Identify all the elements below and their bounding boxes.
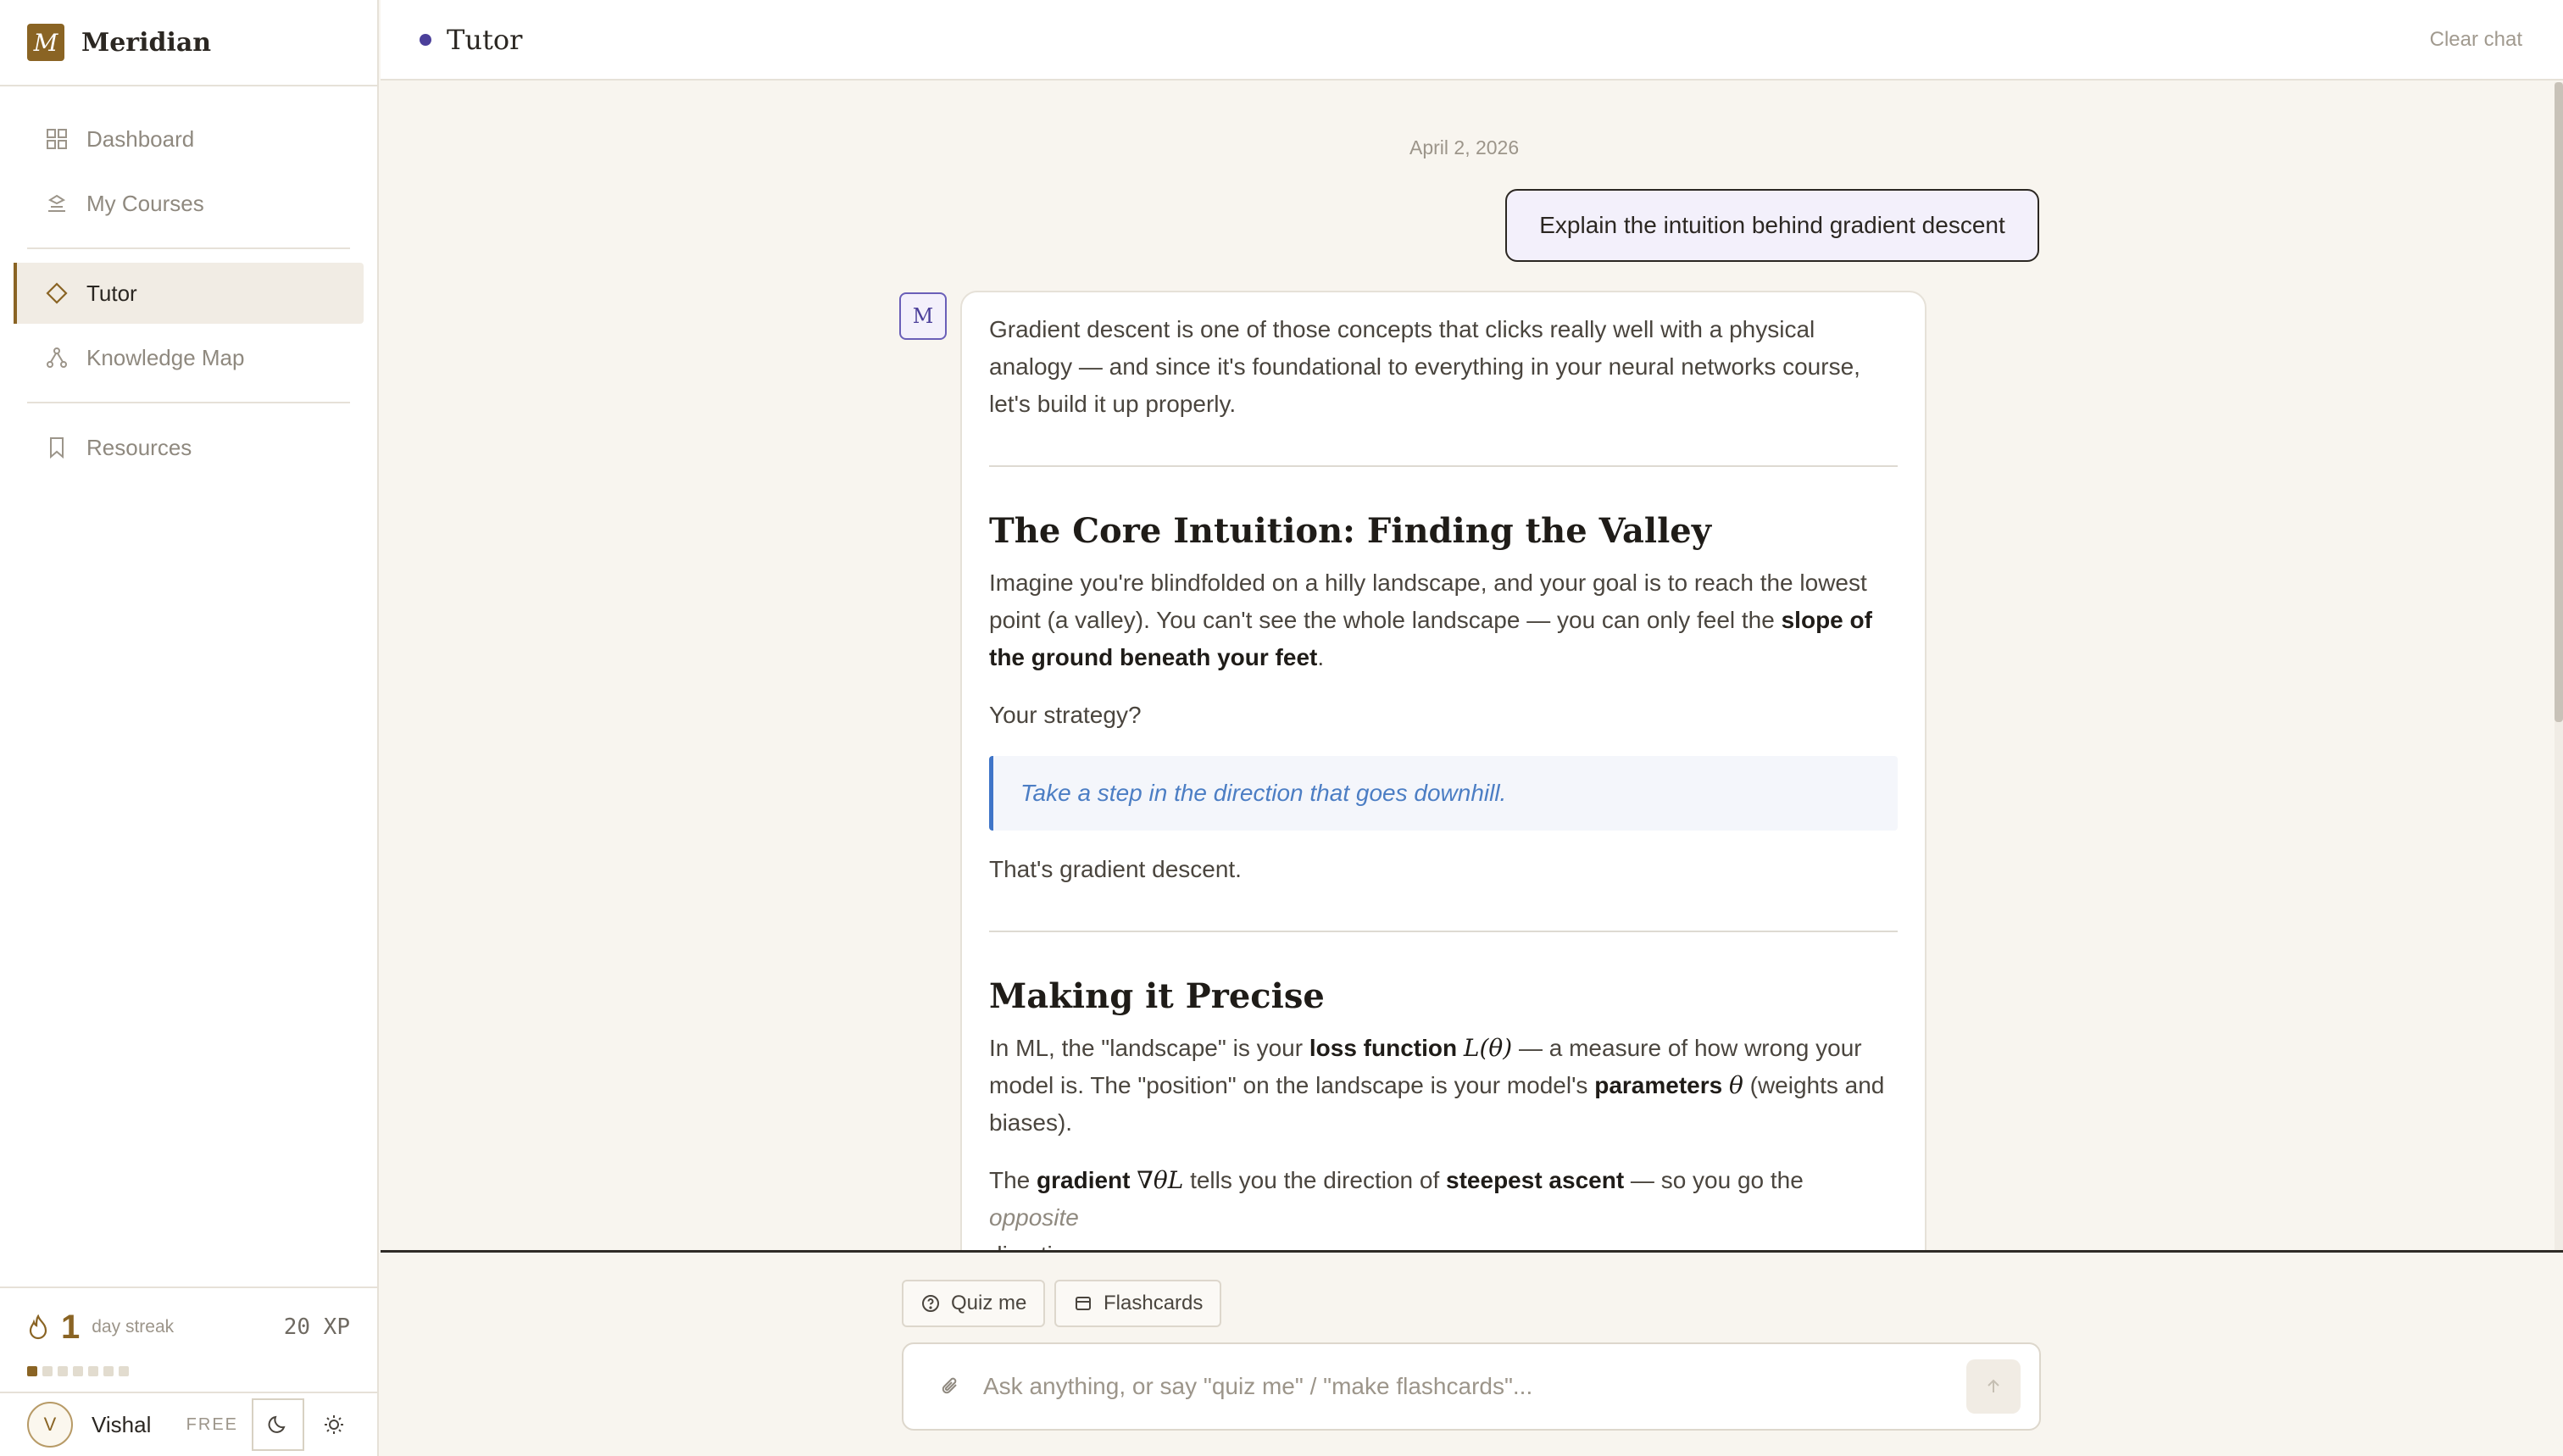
paragraph: The gradient ∇θL tells you the direction… [989,1162,1898,1250]
streak-widget: 1 day streak 20 XP [0,1288,377,1366]
graph-icon [44,345,69,370]
app-name: Meridian [81,27,212,58]
intro-paragraph: Gradient descent is one of those concept… [989,316,1860,417]
sidebar-nav: Dashboard My Courses Tutor Knowledge Map [0,86,377,478]
text: tells you the direction of [1183,1167,1447,1193]
clear-chat-button[interactable]: Clear chat [2430,28,2522,52]
paragraph: That's gradient descent. [989,856,1242,882]
cards-icon [1073,1293,1093,1314]
attach-icon[interactable] [934,1375,968,1398]
streak-day [27,1366,37,1376]
flame-icon [27,1314,49,1340]
nav-divider [27,402,350,403]
flashcards-button[interactable]: Flashcards [1054,1280,1222,1327]
plan-badge: FREE [186,1414,238,1434]
bold-text: loss function [1309,1035,1458,1061]
sidebar-footer: 1 day streak 20 XP V Vishal FREE [0,1287,377,1456]
brand[interactable]: M Meridian [0,0,377,86]
grid-icon [44,126,69,152]
quiz-me-button[interactable]: Quiz me [902,1280,1046,1327]
sidebar: M Meridian Dashboard My Courses Tutor Kn… [0,0,379,1456]
question-icon [920,1293,941,1314]
text: In ML, the "landscape" is your [989,1035,1309,1061]
text: direction: [989,1242,1086,1250]
streak-label: day streak [92,1317,175,1337]
paragraph: Your strategy? [989,702,1142,728]
streak-dots [0,1366,377,1392]
moon-icon [267,1414,289,1436]
status-dot [420,33,431,46]
bold-text: parameters [1594,1072,1723,1098]
streak-day [58,1366,68,1376]
dark-mode-button[interactable] [252,1398,304,1451]
avatar[interactable]: V [27,1402,73,1448]
sidebar-item-knowledge-map[interactable]: Knowledge Map [14,327,364,388]
chip-label: Quiz me [951,1292,1027,1314]
sidebar-item-my-courses[interactable]: My Courses [14,173,364,234]
math: θ [1728,1071,1743,1099]
app-logo: M [27,24,64,61]
bookmark-icon [44,435,69,460]
text: Imagine you're blindfolded on a hilly la… [989,570,1867,633]
text: — so you go the [1624,1167,1804,1193]
section-heading: Making it Precise [989,976,1325,1016]
math: ∇θL [1137,1166,1184,1194]
bold-text: gradient [1037,1167,1131,1193]
xp-count: 20 XP [283,1314,350,1340]
streak-day [119,1366,129,1376]
chat-thread: April 2, 2026 Explain the intuition behi… [381,82,2563,1250]
chat-header: Tutor Clear chat [381,0,2563,81]
blockquote: Take a step in the direction that goes d… [989,756,1898,831]
streak-day [73,1366,83,1376]
paragraph: In ML, the "landscape" is your loss func… [989,1030,1898,1142]
scrollbar[interactable] [2555,82,2563,1250]
italic-text: opposite [989,1204,1079,1231]
sidebar-item-label: Knowledge Map [86,344,245,370]
user-row: V Vishal FREE [0,1392,377,1456]
message-input[interactable] [983,1373,1966,1400]
assistant-message: Gradient descent is one of those concept… [960,291,1926,1250]
scrollbar-thumb[interactable] [2555,82,2563,722]
divider [989,931,1898,932]
diamond-icon [44,281,69,306]
paragraph: Imagine you're blindfolded on a hilly la… [989,564,1898,676]
tutor-avatar: M [899,292,947,340]
sidebar-item-label: Resources [86,434,192,460]
streak-day [42,1366,53,1376]
sidebar-item-dashboard[interactable]: Dashboard [14,108,364,169]
nav-divider [27,247,350,249]
sidebar-item-label: Tutor [86,280,137,306]
sidebar-item-tutor[interactable]: Tutor [14,263,364,324]
composer: Quiz me Flashcards [381,1250,2563,1456]
bold-text: steepest ascent [1446,1167,1625,1193]
streak-count: 1 [61,1308,81,1346]
text: The [989,1167,1037,1193]
user-message: Explain the intuition behind gradient de… [1505,189,2039,262]
section-heading: The Core Intuition: Finding the Valley [989,511,1711,551]
light-mode-button[interactable] [308,1398,360,1451]
divider [989,465,1898,467]
page-title: Tutor [447,23,523,56]
streak-day [88,1366,98,1376]
date-separator: April 2, 2026 [1409,136,1520,158]
sun-icon [323,1414,345,1436]
chip-label: Flashcards [1104,1292,1204,1314]
message-input-box [902,1342,2041,1431]
text: . [1317,644,1325,670]
send-button[interactable] [1966,1359,2021,1414]
sidebar-item-label: My Courses [86,190,204,216]
arrow-up-icon [1984,1377,2003,1396]
sidebar-item-resources[interactable]: Resources [14,417,364,478]
username: Vishal [92,1411,152,1437]
courses-icon [44,191,69,216]
streak-day [103,1366,114,1376]
math: L(θ) [1463,1034,1513,1062]
sidebar-item-label: Dashboard [86,125,195,152]
